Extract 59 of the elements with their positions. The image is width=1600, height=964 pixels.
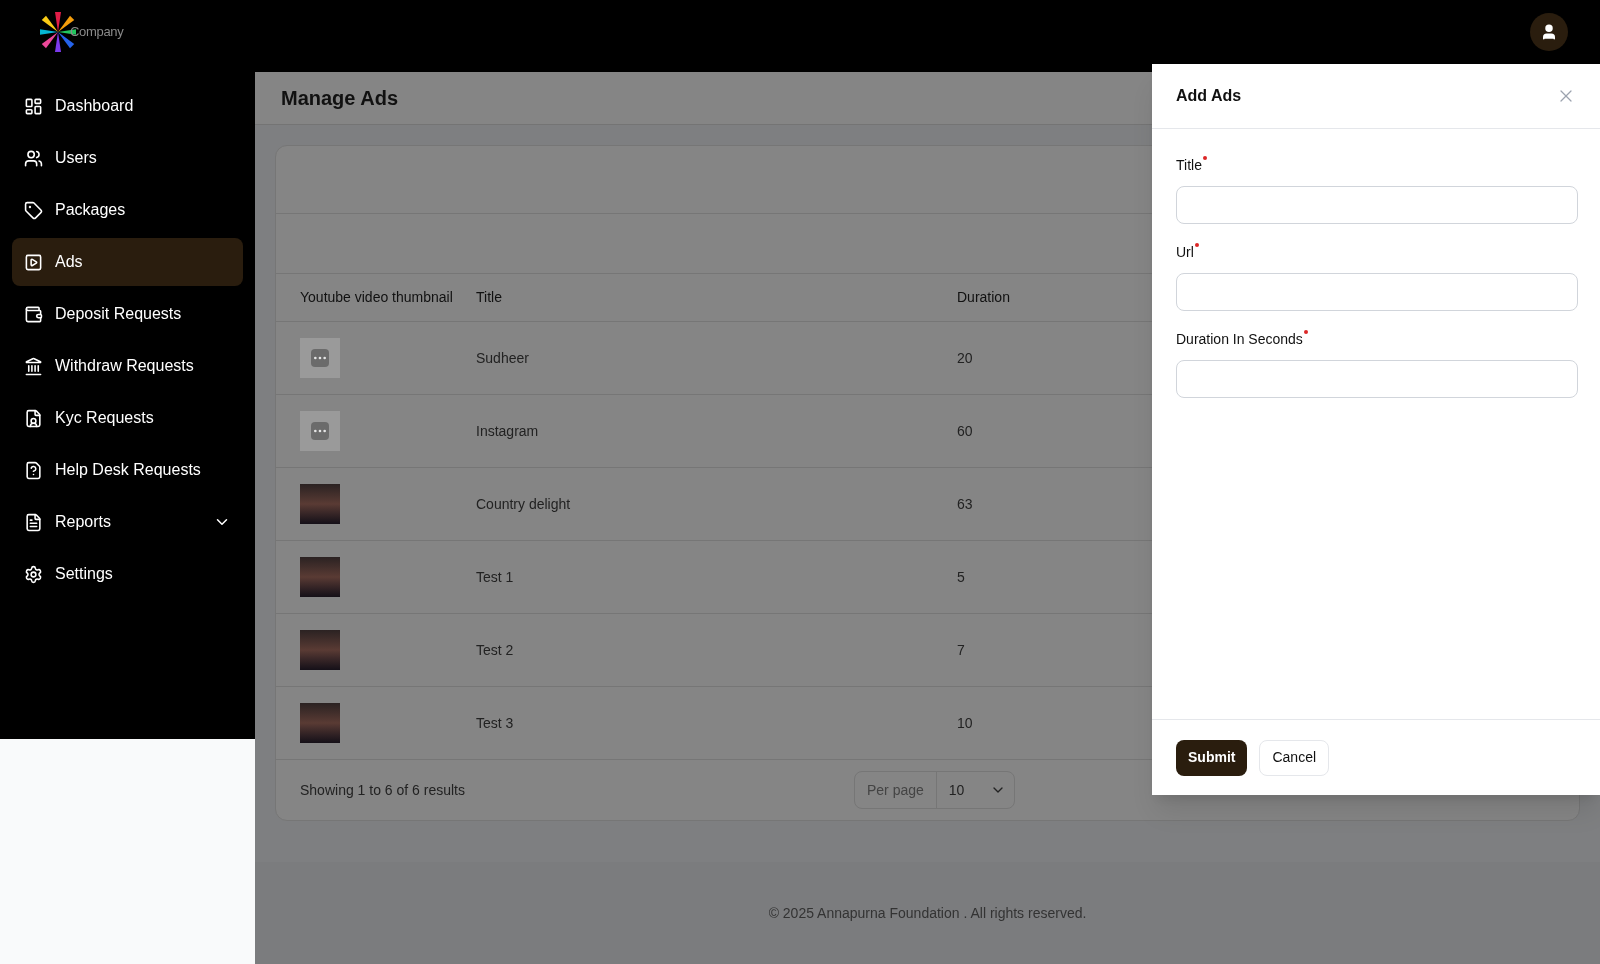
sidebar-item[interactable]: Packages bbox=[12, 186, 243, 234]
table-cell: Country delight bbox=[476, 495, 571, 512]
table-cell: Instagram bbox=[476, 422, 539, 439]
sidebar-item[interactable]: Withdraw Requests bbox=[12, 342, 243, 390]
logo-text: Company bbox=[70, 23, 124, 42]
copyright-text: © 2025 Annapurna Foundation . All rights reserved. bbox=[768, 903, 1087, 923]
field-label: Title bbox=[1176, 156, 1202, 175]
sidebar-item[interactable]: Ads bbox=[12, 238, 243, 286]
tag-icon bbox=[24, 200, 43, 220]
drawer-title: Add Ads bbox=[1176, 86, 1242, 106]
settings-icon bbox=[24, 564, 43, 584]
column-header: Title bbox=[476, 289, 502, 305]
ellipsis-icon bbox=[311, 349, 329, 367]
per-page-label: Per page bbox=[855, 772, 937, 808]
table-cell: Test 1 bbox=[476, 568, 514, 585]
page-title: Manage Ads bbox=[281, 86, 399, 111]
sidebar-item[interactable]: Dashboard bbox=[12, 82, 243, 130]
sidebar-item[interactable]: Help Desk Requests bbox=[12, 446, 243, 494]
input-field[interactable] bbox=[1176, 360, 1578, 398]
field-label: Duration In Seconds bbox=[1176, 330, 1303, 349]
sidebar-item[interactable]: Settings bbox=[12, 550, 243, 598]
photo-placeholder bbox=[300, 703, 340, 743]
avatar[interactable] bbox=[1530, 13, 1568, 51]
users-icon bbox=[24, 148, 43, 168]
sidebar-item[interactable]: Reports bbox=[12, 498, 243, 546]
per-page-value: 10 bbox=[947, 780, 966, 800]
dashboard-icon bbox=[24, 96, 43, 116]
sidebar-item[interactable]: Kyc Requests bbox=[12, 394, 243, 442]
user-icon bbox=[1540, 23, 1558, 41]
document-icon bbox=[24, 512, 43, 532]
column-header: Youtube video thumbnail bbox=[300, 289, 453, 305]
id-card-icon bbox=[24, 408, 43, 428]
photo-placeholder bbox=[300, 484, 340, 524]
help-icon bbox=[24, 460, 43, 480]
sidebar-item[interactable]: Deposit Requests bbox=[12, 290, 243, 338]
sidebar-item[interactable]: Users bbox=[12, 134, 243, 182]
input-field[interactable] bbox=[1176, 273, 1578, 311]
photo-placeholder bbox=[300, 630, 340, 670]
input-field[interactable] bbox=[1176, 186, 1578, 224]
results-summary: Showing 1 to 6 of 6 results bbox=[300, 780, 466, 800]
photo-placeholder bbox=[300, 557, 340, 597]
field-label: Url bbox=[1176, 243, 1194, 262]
per-page-select[interactable]: Per page 10 bbox=[854, 771, 1016, 809]
table-cell: 5 bbox=[957, 568, 965, 585]
table-cell: 63 bbox=[957, 495, 973, 512]
table-cell: Sudheer bbox=[476, 349, 529, 366]
table-cell: 10 bbox=[957, 714, 973, 731]
table-cell: 20 bbox=[957, 349, 973, 366]
wallet-icon bbox=[24, 304, 43, 324]
table-cell: Test 2 bbox=[476, 641, 514, 658]
submit-button[interactable]: Submit bbox=[1176, 739, 1248, 776]
play-icon bbox=[24, 252, 43, 272]
table-cell: 7 bbox=[957, 641, 965, 658]
table-cell: Test 3 bbox=[476, 714, 514, 731]
cancel-button[interactable]: Cancel bbox=[1259, 739, 1330, 776]
column-header: Duration bbox=[957, 289, 1010, 305]
ellipsis-icon bbox=[311, 422, 329, 440]
table-cell: 60 bbox=[957, 422, 973, 439]
bank-icon bbox=[24, 356, 43, 376]
